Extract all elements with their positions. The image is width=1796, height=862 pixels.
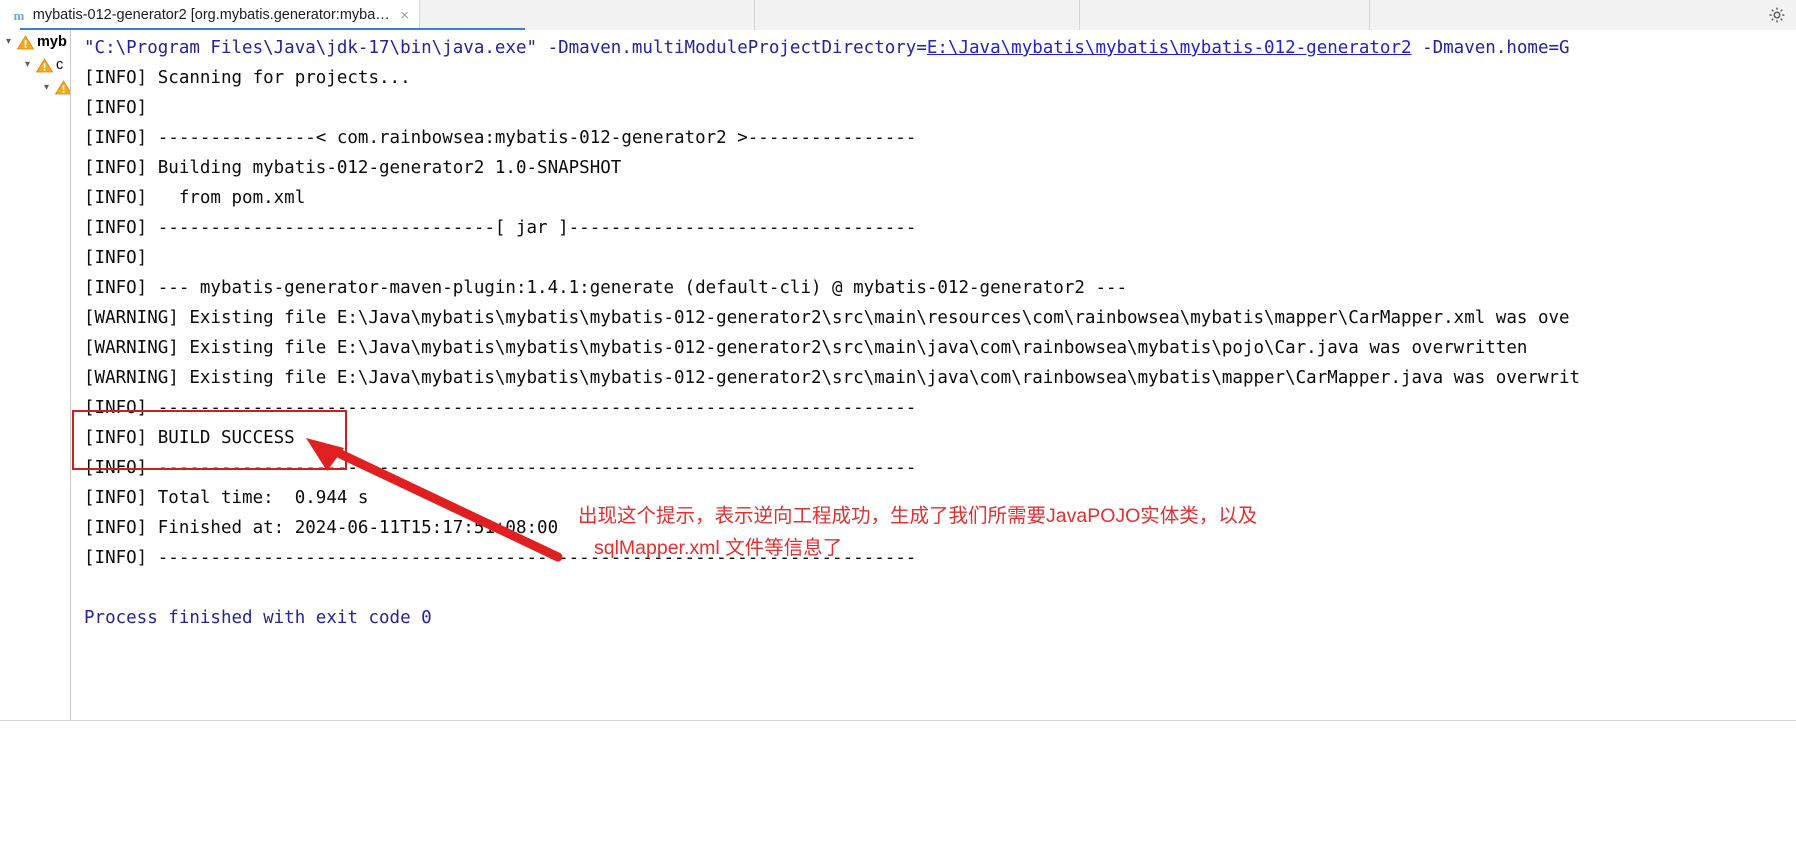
tab-filler-1 <box>420 0 755 30</box>
warning-triangle-icon <box>16 34 35 50</box>
console-line: [WARNING] Existing file E:\Java\mybatis\… <box>84 308 1570 328</box>
console-line: [INFO] Building mybatis-012-generator2 1… <box>84 158 622 178</box>
project-tree-panel[interactable]: ▾ myb ▾ c ▾ <box>0 30 70 720</box>
console-line: [INFO] ---------------< com.rainbowsea:m… <box>84 128 917 148</box>
console-line: [INFO] <box>84 98 158 118</box>
tree-node-0[interactable]: ▾ myb <box>2 34 67 50</box>
tree-node-label: c <box>56 57 64 73</box>
red-arrow-icon <box>300 435 570 570</box>
tool-window-bar: it Run TODO <box>0 720 1796 862</box>
console-line: [INFO] --------------------------------[… <box>84 218 917 238</box>
editor-tab-bar: m mybatis-012-generator2 [org.mybatis.ge… <box>0 0 1796 30</box>
tab-filler-3 <box>1080 0 1370 30</box>
tab-mybatis-generator[interactable]: m mybatis-012-generator2 [org.mybatis.ge… <box>0 0 420 30</box>
maven-m-icon: m <box>13 7 25 23</box>
console-line: [INFO] <box>84 248 158 268</box>
chevron-down-icon[interactable]: ▾ <box>2 35 15 49</box>
chevron-down-icon[interactable]: ▾ <box>21 58 34 72</box>
tab-filler-2 <box>755 0 1080 30</box>
console-path-link[interactable]: E:\Java\mybatis\mybatis\mybatis-012-gene… <box>927 38 1412 58</box>
chevron-down-icon[interactable]: ▾ <box>40 81 53 95</box>
annotation-note: 出现这个提示，表示逆向工程成功，生成了我们所需要JavaPOJO实体类，以及 s… <box>578 500 1408 564</box>
tree-node-1[interactable]: ▾ c <box>21 57 63 73</box>
console-text: "C:\Program Files\Java\jdk-17\bin\java.e… <box>84 38 927 58</box>
gear-icon[interactable] <box>1768 6 1786 24</box>
close-icon[interactable]: × <box>397 8 409 23</box>
console-line: Process finished with exit code 0 <box>84 608 432 628</box>
console-line: [WARNING] Existing file E:\Java\mybatis\… <box>84 338 1528 358</box>
tree-node-label: myb <box>37 34 67 50</box>
console-line: "C:\Program Files\Java\jdk-17\bin\java.e… <box>84 33 1796 63</box>
console-line: [WARNING] Existing file E:\Java\mybatis\… <box>84 368 1581 388</box>
tab-label: mybatis-012-generator2 [org.mybatis.gene… <box>32 7 391 23</box>
annotation-line-1: 出现这个提示，表示逆向工程成功，生成了我们所需要JavaPOJO实体类，以及 <box>578 505 1258 527</box>
ide-window: m mybatis-012-generator2 [org.mybatis.ge… <box>0 0 1796 862</box>
warning-triangle-icon <box>35 57 54 73</box>
console-line: [INFO] Scanning for projects... <box>84 68 411 88</box>
console-text: -Dmaven.home=G <box>1411 38 1570 58</box>
tab-filler-4 <box>1370 0 1796 30</box>
warning-triangle-icon <box>54 80 70 95</box>
run-console-output[interactable]: "C:\Program Files\Java\jdk-17\bin\java.e… <box>70 30 1796 720</box>
annotation-line-2: sqlMapper.xml 文件等信息了 <box>594 537 843 559</box>
console-line: [INFO] from pom.xml <box>84 188 306 208</box>
console-line: [INFO] --- mybatis-generator-maven-plugi… <box>84 278 1128 298</box>
tree-node-2[interactable]: ▾ <box>40 80 70 95</box>
